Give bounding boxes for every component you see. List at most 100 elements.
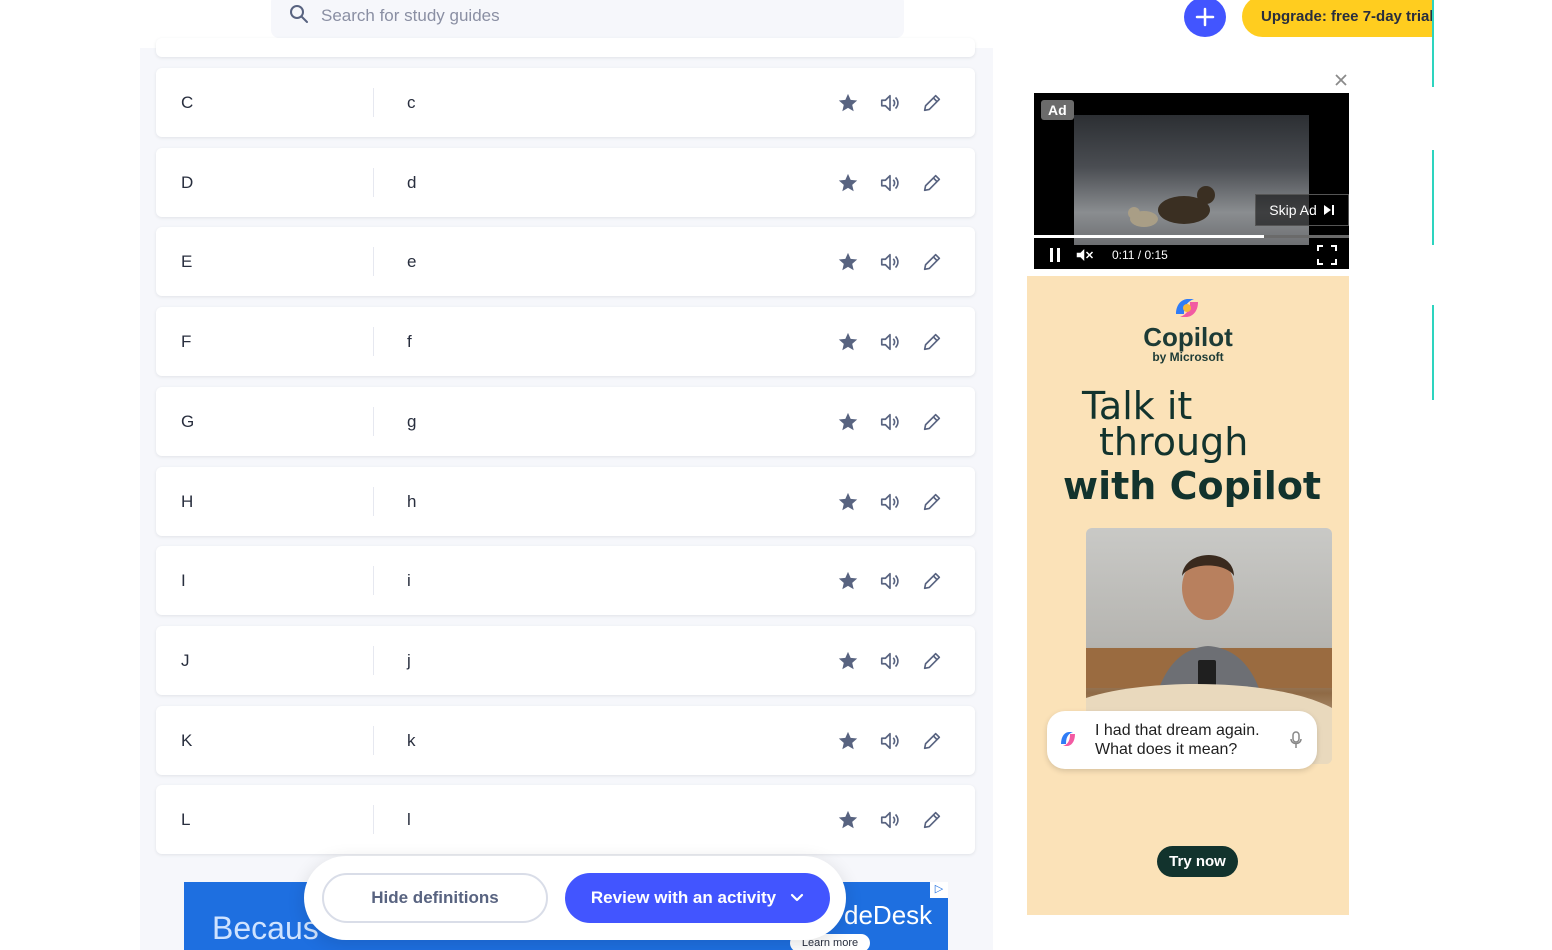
pencil-icon[interactable]: [921, 92, 943, 114]
card-actions: [837, 172, 943, 194]
action-bar: Hide definitions Review with an activity: [304, 856, 846, 940]
speaker-icon[interactable]: [879, 491, 901, 513]
speaker-icon[interactable]: [879, 331, 901, 353]
speaker-icon[interactable]: [879, 411, 901, 433]
card-divider: [373, 566, 374, 595]
star-icon[interactable]: [837, 92, 859, 114]
card-divider: [373, 646, 374, 675]
pencil-icon[interactable]: [921, 172, 943, 194]
definition-text: h: [407, 491, 417, 511]
chat-line: I had that dream again.: [1095, 722, 1260, 739]
term-text: I: [181, 570, 186, 590]
term-text: H: [181, 491, 194, 511]
time-total: 0:15: [1144, 248, 1168, 262]
card-divider: [373, 805, 374, 834]
card-actions: [837, 730, 943, 752]
pencil-icon[interactable]: [921, 570, 943, 592]
pencil-icon[interactable]: [921, 331, 943, 353]
time-current: 0:11: [1112, 248, 1135, 262]
search-icon: [289, 4, 309, 29]
card-actions: [837, 650, 943, 672]
term-text: F: [181, 331, 192, 351]
term-list-panel: CcDdEeFfGgHhIiJjKkLl Becaus deDesk Learn…: [140, 38, 993, 950]
pencil-icon[interactable]: [921, 491, 943, 513]
definition-text: j: [407, 650, 411, 670]
speaker-icon[interactable]: [879, 251, 901, 273]
term-card: Gg: [156, 387, 975, 456]
speaker-icon[interactable]: [879, 730, 901, 752]
speaker-icon[interactable]: [879, 650, 901, 672]
hide-definitions-button[interactable]: Hide definitions: [322, 873, 548, 923]
card-actions: [837, 92, 943, 114]
plus-icon: [1195, 7, 1215, 27]
star-icon[interactable]: [837, 650, 859, 672]
video-progress-bar[interactable]: [1034, 235, 1349, 238]
mute-icon[interactable]: [1076, 246, 1094, 264]
pencil-icon[interactable]: [921, 730, 943, 752]
create-button[interactable]: [1184, 0, 1226, 37]
definition-text: l: [407, 809, 411, 829]
star-icon[interactable]: [837, 251, 859, 273]
card-actions: [837, 570, 943, 592]
review-activity-label: Review with an activity: [590, 888, 777, 907]
card-actions: [837, 251, 943, 273]
term-card: Dd: [156, 148, 975, 217]
copilot-ad[interactable]: Copilot by Microsoft Talk it through wit…: [1027, 276, 1349, 915]
fullscreen-icon[interactable]: [1317, 245, 1337, 265]
try-now-button[interactable]: Try now: [1157, 846, 1238, 877]
pause-icon[interactable]: [1046, 246, 1064, 264]
ad-label: Ad: [1041, 100, 1074, 120]
pencil-icon[interactable]: [921, 650, 943, 672]
definition-text: k: [407, 730, 416, 750]
skip-ad-button[interactable]: Skip Ad: [1255, 194, 1349, 226]
app-root: Search for study guides Upgrade: free 7-…: [0, 0, 1552, 950]
search-bar[interactable]: Search for study guides: [271, 0, 904, 38]
star-icon[interactable]: [837, 331, 859, 353]
video-ad[interactable]: Ad Skip Ad 0:11 / 0:15: [1034, 93, 1349, 269]
card-actions: [837, 331, 943, 353]
term-card: Ii: [156, 546, 975, 615]
term-card: Cc: [156, 68, 975, 137]
pencil-icon[interactable]: [921, 809, 943, 831]
close-ad-button[interactable]: [1331, 70, 1351, 90]
pencil-icon[interactable]: [921, 251, 943, 273]
definition-text: c: [407, 92, 416, 112]
search-input[interactable]: Search for study guides: [321, 6, 500, 26]
speaker-icon[interactable]: [879, 809, 901, 831]
card-divider: [373, 247, 374, 276]
term-text: G: [181, 411, 195, 431]
close-icon: [1335, 74, 1347, 86]
star-icon[interactable]: [837, 172, 859, 194]
video-progress-fill: [1034, 235, 1264, 238]
chat-text: I had that dream again. What does it mea…: [1095, 721, 1260, 759]
star-icon[interactable]: [837, 491, 859, 513]
term-text: J: [181, 650, 190, 670]
chevron-down-icon: [790, 893, 804, 902]
star-icon[interactable]: [837, 411, 859, 433]
card-actions: [837, 809, 943, 831]
bottom-ad-text: Becaus: [212, 910, 319, 946]
ad-headline-3: with Copilot: [1063, 464, 1322, 508]
speaker-icon[interactable]: [879, 172, 901, 194]
term-text: E: [181, 251, 193, 271]
upgrade-button[interactable]: Upgrade: free 7-day trial: [1242, 0, 1434, 37]
card-divider: [373, 168, 374, 197]
speaker-icon[interactable]: [879, 570, 901, 592]
ad-headline-2: through: [1099, 420, 1249, 464]
pencil-icon[interactable]: [921, 411, 943, 433]
card-actions: [837, 491, 943, 513]
review-activity-button[interactable]: Review with an activity: [565, 873, 830, 923]
definition-text: i: [407, 570, 411, 590]
definition-text: g: [407, 411, 417, 431]
card-divider: [373, 726, 374, 755]
skip-icon: [1323, 205, 1334, 215]
speaker-icon[interactable]: [879, 92, 901, 114]
star-icon[interactable]: [837, 570, 859, 592]
term-card: Jj: [156, 626, 975, 695]
definition-text: f: [407, 331, 412, 351]
star-icon[interactable]: [837, 730, 859, 752]
adchoices-icon[interactable]: ▷: [930, 882, 948, 898]
skip-ad-label: Skip Ad: [1269, 202, 1317, 218]
star-icon[interactable]: [837, 809, 859, 831]
edge-line: [1432, 305, 1434, 400]
